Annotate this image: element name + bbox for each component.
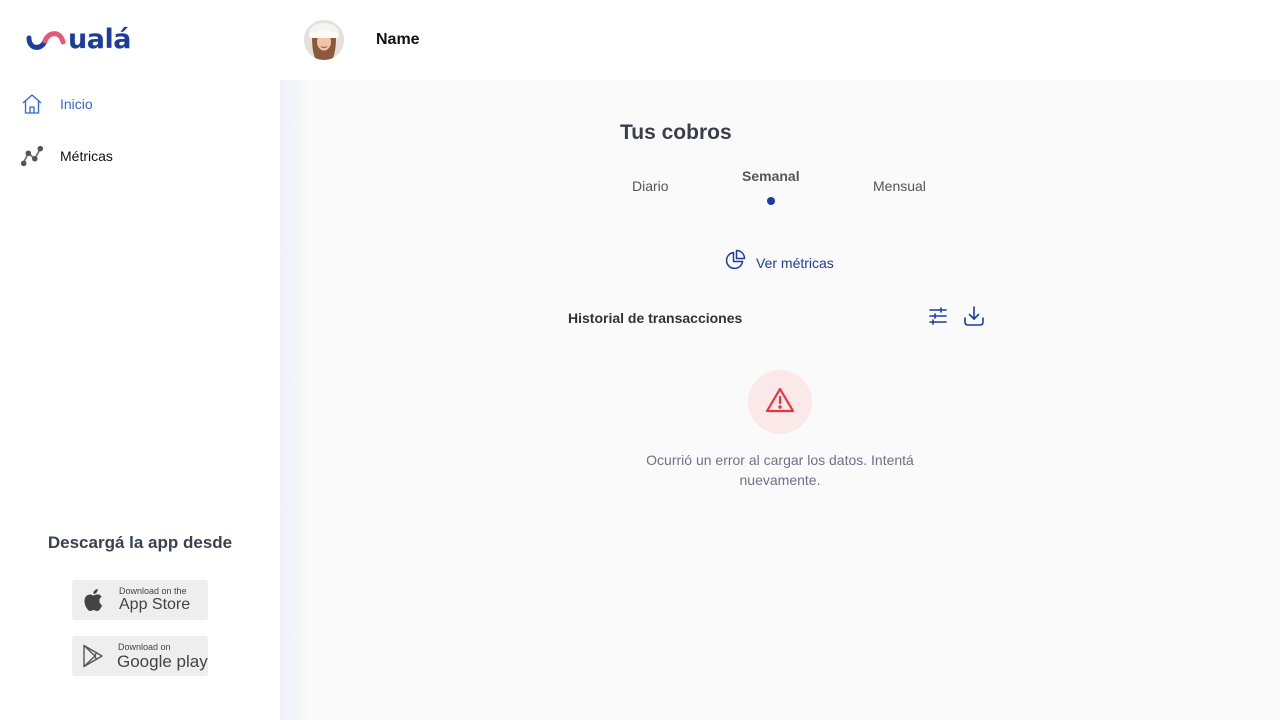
tab-diario[interactable]: Diario [632,178,669,194]
ver-metricas-label: Ver métricas [756,254,834,271]
sidebar-item-metricas[interactable]: Métricas [20,143,113,169]
google-play-icon [81,644,105,668]
ver-metricas-link[interactable]: Ver métricas [724,249,834,276]
metrics-icon [20,144,44,168]
uala-logo[interactable]: ualá [26,26,131,53]
page-title: Tus cobros [620,121,732,144]
uala-logo-text: ualá [68,24,131,55]
store-small-text: Download on the [119,586,187,596]
download-button[interactable] [962,305,986,332]
error-icon-container [748,370,812,434]
store-big-text: App Store [119,596,191,613]
warning-icon [765,386,795,419]
pie-chart-icon [724,249,746,276]
avatar[interactable] [304,20,344,60]
tab-semanal[interactable]: Semanal [742,168,800,184]
sidebar-item-label: Métricas [60,148,113,164]
home-icon [20,92,44,116]
history-title: Historial de transacciones [568,310,743,326]
tab-mensual[interactable]: Mensual [873,178,926,194]
download-icon [963,305,985,332]
uala-logo-icon [26,30,66,50]
sidebar-item-inicio[interactable]: Inicio [20,91,93,117]
app-store-button[interactable]: Download on the App Store [72,580,208,620]
filter-button[interactable] [926,306,950,330]
top-header: Name [280,0,1280,80]
sidebar-shadow [280,0,310,720]
google-play-button[interactable]: Download on Google play [72,636,208,676]
error-message: Ocurrió un error al cargar los datos. In… [646,452,914,488]
download-title: Descargá la app desde [47,533,233,552]
sidebar: ualá Inicio Métricas Descargá la app des… [0,0,280,720]
apple-icon [81,588,105,612]
sidebar-item-label: Inicio [60,96,93,112]
selected-tab-indicator [767,197,775,205]
filter-sliders-icon [928,306,948,331]
user-name: Name [376,31,420,48]
store-small-text: Download on [118,641,171,652]
store-big-text: Google play [117,651,208,671]
